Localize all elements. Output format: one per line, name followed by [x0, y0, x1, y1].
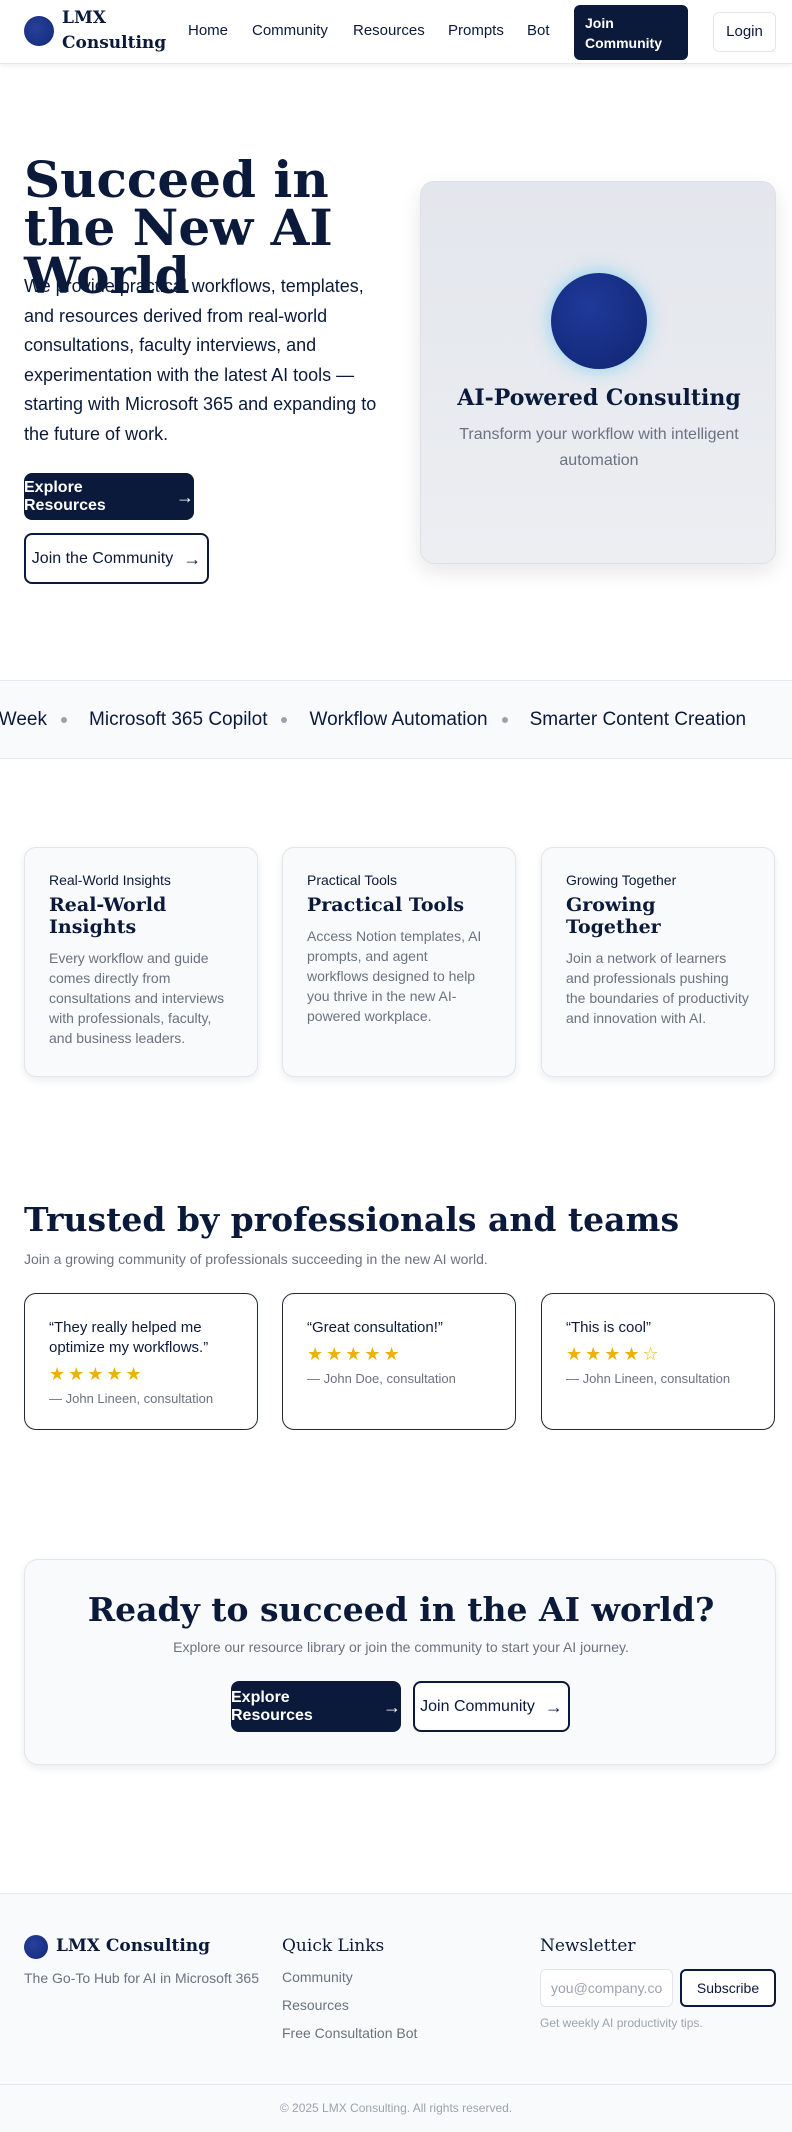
arrow-right-icon: →	[544, 1696, 563, 1717]
star-rating-icon: ★★★★★	[49, 1364, 145, 1384]
cta-title: Ready to succeed in the AI world?	[87, 1590, 715, 1629]
feature-card-tools: Practical Tools Practical Tools Access N…	[282, 847, 516, 1077]
site-header: LMX Consulting Home Community Resources …	[0, 0, 792, 64]
site-footer: LMX Consulting The Go-To Hub for AI in M…	[0, 1893, 792, 2132]
feature-kicker: Real-World Insights	[49, 872, 171, 888]
cta-join-community-button[interactable]: Join Community →	[413, 1681, 570, 1732]
feature-kicker: Practical Tools	[307, 872, 398, 888]
join-the-community-label: Join the Community	[31, 549, 174, 567]
testimonial-card: “Great consultation!” ★★★★★ — John Doe, …	[282, 1293, 516, 1430]
testimonial-quote: “They really helped me optimize my workf…	[49, 1319, 209, 1356]
feature-card-growing: Growing Together Growing Together Join a…	[541, 847, 775, 1077]
bullet-dot-icon	[281, 717, 288, 723]
ticker-item: Smarter Content Creation	[529, 709, 747, 730]
ticker-item: Workflow Automation	[309, 709, 488, 730]
join-community-button[interactable]: Join Community	[574, 5, 688, 60]
feature-description: Every workflow and guide comes directly …	[49, 950, 225, 1046]
feature-kicker: Growing Together	[566, 872, 677, 888]
cta-explore-resources-button[interactable]: Explore Resources →	[231, 1681, 401, 1732]
nav-bot[interactable]: Bot	[527, 22, 550, 39]
nav-resources[interactable]: Resources	[353, 22, 425, 39]
bullet-dot-icon	[61, 717, 68, 723]
feature-description: Join a network of learners and professio…	[566, 950, 749, 1026]
footer-tagline: The Go-To Hub for AI in Microsoft 365	[24, 1970, 259, 1986]
testimonial-card: “This is cool” ★★★★☆ — John Lineen, cons…	[541, 1293, 775, 1430]
star-rating-icon: ★★★★☆	[566, 1344, 662, 1364]
newsletter-note: Get weekly AI productivity tips.	[540, 2016, 703, 2030]
quick-links-title: Quick Links	[282, 1936, 385, 1956]
feature-title: Growing Together	[566, 894, 661, 938]
cta-panel: Ready to succeed in the AI world? Explor…	[24, 1559, 776, 1765]
subscribe-button[interactable]: Subscribe	[680, 1969, 776, 2007]
feature-description: Access Notion templates, AI prompts, and…	[307, 928, 482, 1024]
ticker-item: s/Week	[0, 709, 48, 730]
newsletter-title: Newsletter	[540, 1936, 636, 1956]
testimonial-author: — John Lineen, consultation	[49, 1391, 214, 1406]
footer-link-community[interactable]: Community	[282, 1969, 353, 1985]
footer-link-bot[interactable]: Free Consultation Bot	[282, 2025, 417, 2041]
hero-card: AI-Powered Consulting Transform your wor…	[420, 181, 776, 564]
testimonial-quote: “This is cool”	[566, 1319, 652, 1336]
logo-icon	[24, 1935, 48, 1959]
explore-resources-button[interactable]: Explore Resources →	[24, 473, 194, 520]
cta-join-label: Join Community	[420, 1697, 535, 1715]
bullet-dot-icon	[501, 717, 508, 723]
ticker-track: s/Week Microsoft 365 Copilot Workflow Au…	[0, 709, 746, 731]
arrow-right-icon: →	[176, 486, 194, 507]
cta-explore-label: Explore Resources	[231, 1688, 313, 1724]
login-button[interactable]: Login	[713, 12, 776, 52]
join-the-community-button[interactable]: Join the Community →	[24, 533, 209, 584]
footer-link-resources[interactable]: Resources	[282, 1997, 349, 2013]
nav-prompts[interactable]: Prompts	[448, 22, 504, 39]
testimonial-author: — John Lineen, consultation	[566, 1371, 731, 1386]
hero-card-title: AI-Powered Consulting	[457, 385, 741, 411]
arrow-right-icon: →	[183, 548, 202, 569]
footer-brand: LMX Consulting	[56, 1936, 211, 1956]
hero-description: We provide practical workflows, template…	[24, 276, 377, 444]
feature-card-insights: Real-World Insights Real-World Insights …	[24, 847, 258, 1077]
logo-text[interactable]: LMX Consulting	[62, 6, 166, 56]
feature-title: Practical Tools	[307, 894, 465, 916]
hero-card-subtitle: Transform your workflow with intelligent…	[459, 426, 739, 469]
footer-divider	[0, 2084, 792, 2085]
nav-home[interactable]: Home	[188, 22, 228, 39]
logo-icon[interactable]	[24, 16, 54, 46]
feature-title: Real-World Insights	[49, 894, 167, 938]
testimonials-title: Trusted by professionals and teams	[24, 1200, 680, 1239]
explore-resources-label: Explore Resources	[24, 478, 106, 514]
cta-subtitle: Explore our resource library or join the…	[173, 1639, 629, 1655]
nav-community[interactable]: Community	[252, 22, 328, 39]
copyright-text: © 2025 LMX Consulting. All rights reserv…	[279, 2101, 513, 2115]
arrow-right-icon: →	[383, 1696, 401, 1717]
newsletter-email-input[interactable]	[540, 1969, 673, 2007]
testimonial-quote: “Great consultation!”	[307, 1319, 443, 1336]
testimonial-author: — John Doe, consultation	[307, 1371, 456, 1386]
ai-orb-icon	[551, 273, 647, 369]
star-rating-icon: ★★★★★	[307, 1344, 403, 1364]
ticker-item: Microsoft 365 Copilot	[89, 709, 268, 730]
testimonial-card: “They really helped me optimize my workf…	[24, 1293, 258, 1430]
topic-ticker: s/Week Microsoft 365 Copilot Workflow Au…	[0, 680, 792, 759]
testimonials-subtitle: Join a growing community of professional…	[24, 1251, 488, 1267]
